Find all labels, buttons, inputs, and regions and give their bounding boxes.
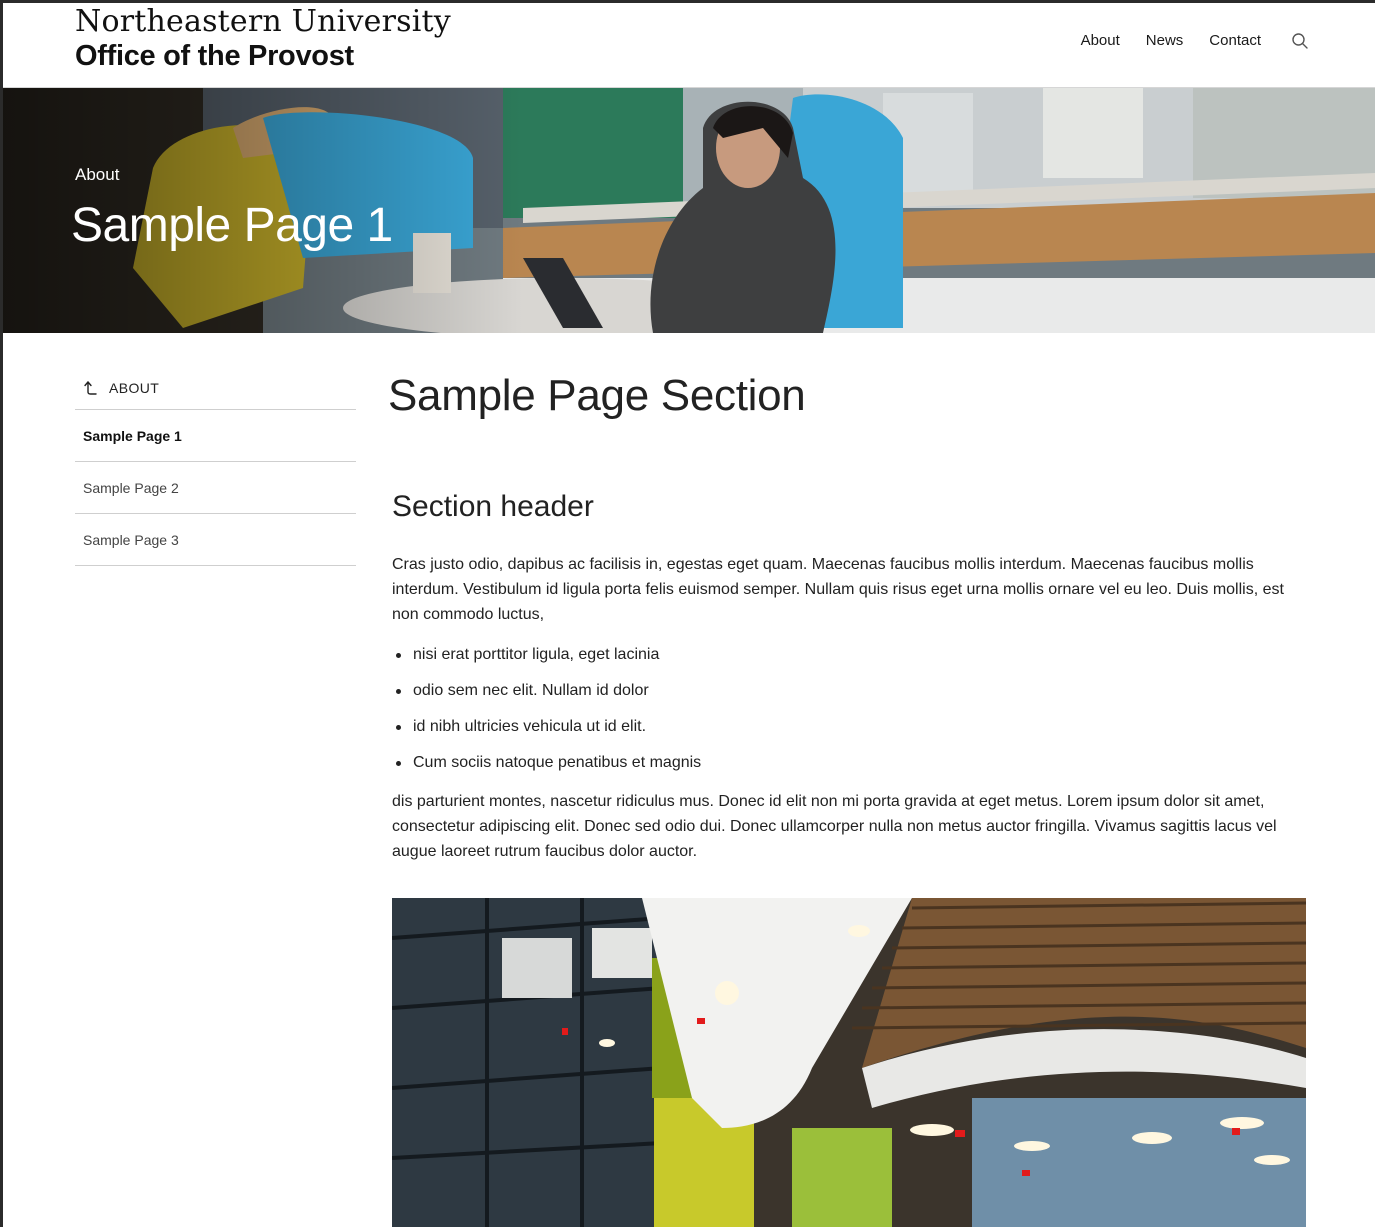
search-icon[interactable] (1291, 32, 1309, 50)
sidebar-item-label: Sample Page 3 (83, 531, 179, 548)
site-header: Northeastern University Office of the Pr… (3, 3, 1375, 88)
bullet-list: nisi erat porttitor ligula, eget lacinia… (392, 645, 1306, 773)
site-logo[interactable]: Northeastern University Office of the Pr… (75, 5, 451, 73)
top-navigation: About News Contact (1055, 31, 1309, 51)
sidebar-parent-link[interactable]: ABOUT (75, 366, 356, 410)
sidebar-parent-label: ABOUT (109, 379, 160, 396)
page-section-title: Sample Page Section (388, 371, 806, 420)
body-paragraph: Cras justo odio, dapibus ac facilisis in… (392, 556, 1284, 623)
arrow-up-left-icon (84, 380, 97, 395)
logo-university-name: Northeastern University (75, 4, 451, 39)
hero-banner: About Sample Page 1 (3, 88, 1375, 333)
main-content: Sample Page Section Section header Cras … (388, 366, 1306, 1227)
page-title: Sample Page 1 (71, 199, 393, 252)
hero-breadcrumb[interactable]: About (75, 165, 119, 185)
section-sidebar: ABOUT Sample Page 1 Sample Page 2 Sample… (75, 366, 356, 566)
body-paragraph: dis parturient montes, nascetur ridiculu… (392, 793, 1277, 860)
nav-about-link[interactable]: About (1081, 31, 1120, 51)
list-item: id nibh ultricies vehicula ut id elit. (392, 717, 1306, 737)
sidebar-item-sample-page-1[interactable]: Sample Page 1 (75, 410, 356, 462)
nav-contact-link[interactable]: Contact (1209, 31, 1261, 51)
list-item: odio sem nec elit. Nullam id dolor (392, 681, 1306, 701)
list-item: nisi erat porttitor ligula, eget lacinia (392, 645, 1306, 665)
sidebar-item-sample-page-3[interactable]: Sample Page 3 (75, 514, 356, 566)
sidebar-item-label: Sample Page 1 (83, 427, 182, 444)
building-interior-photo (392, 898, 1306, 1227)
sidebar-item-label: Sample Page 2 (83, 479, 179, 496)
list-item: Cum sociis natoque penatibus et magnis (392, 753, 1306, 773)
nav-news-link[interactable]: News (1146, 31, 1184, 51)
sidebar-item-sample-page-2[interactable]: Sample Page 2 (75, 462, 356, 514)
section-header: Section header (392, 490, 594, 523)
logo-office-name: Office of the Provost (75, 40, 354, 72)
content-image (392, 898, 1306, 1227)
